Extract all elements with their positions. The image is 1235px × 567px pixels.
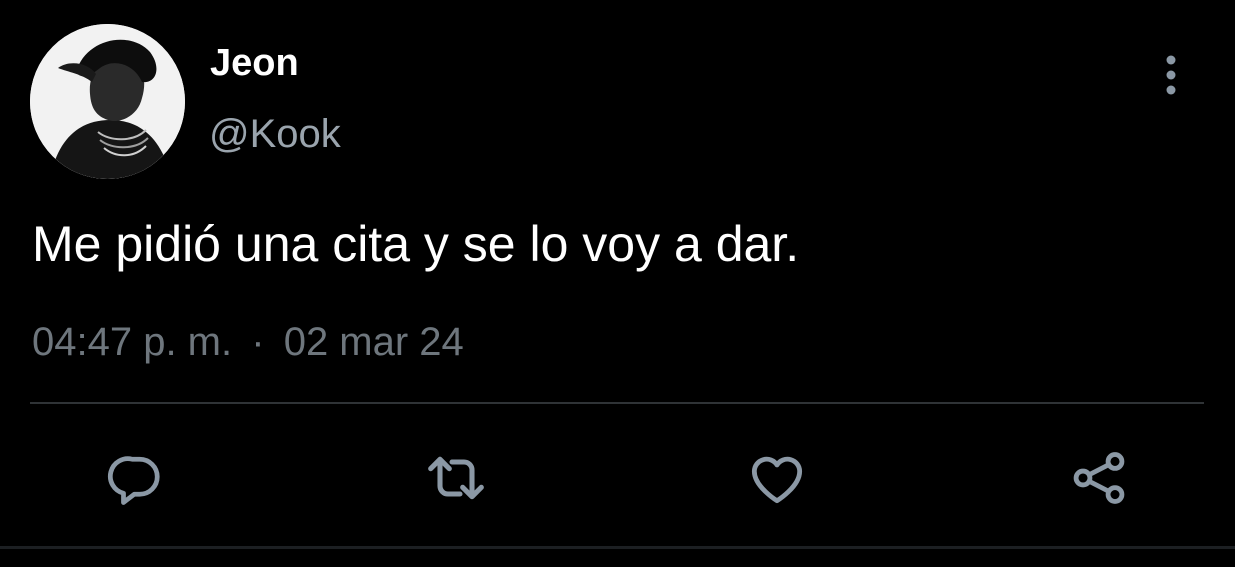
- like-button[interactable]: [745, 446, 809, 510]
- tweet-date[interactable]: 02 mar 24: [284, 320, 464, 364]
- user-handle[interactable]: @Kook: [209, 110, 341, 158]
- tweet-time[interactable]: 04:47 p. m.: [32, 320, 232, 364]
- tweet-text: Me pidió una cita y se lo voy a dar.: [32, 216, 800, 272]
- divider: [30, 402, 1204, 404]
- share-button[interactable]: [1067, 446, 1131, 510]
- retweet-button[interactable]: [424, 446, 488, 510]
- more-options-button[interactable]: [1150, 50, 1192, 100]
- heart-icon: [751, 456, 803, 504]
- bottom-divider: [0, 546, 1235, 549]
- meta-separator: ·: [251, 320, 265, 364]
- retweet-arrows-icon: [428, 456, 484, 500]
- avatar[interactable]: [30, 24, 185, 179]
- vertical-dots-icon: [1166, 55, 1176, 95]
- reply-button[interactable]: [104, 446, 168, 510]
- tweet-meta: 04:47 p. m. · 02 mar 24: [32, 318, 464, 366]
- profile-photo: [30, 24, 185, 179]
- display-name[interactable]: Jeon: [210, 40, 299, 86]
- speech-bubble-icon: [107, 456, 160, 505]
- share-nodes-icon: [1073, 452, 1125, 504]
